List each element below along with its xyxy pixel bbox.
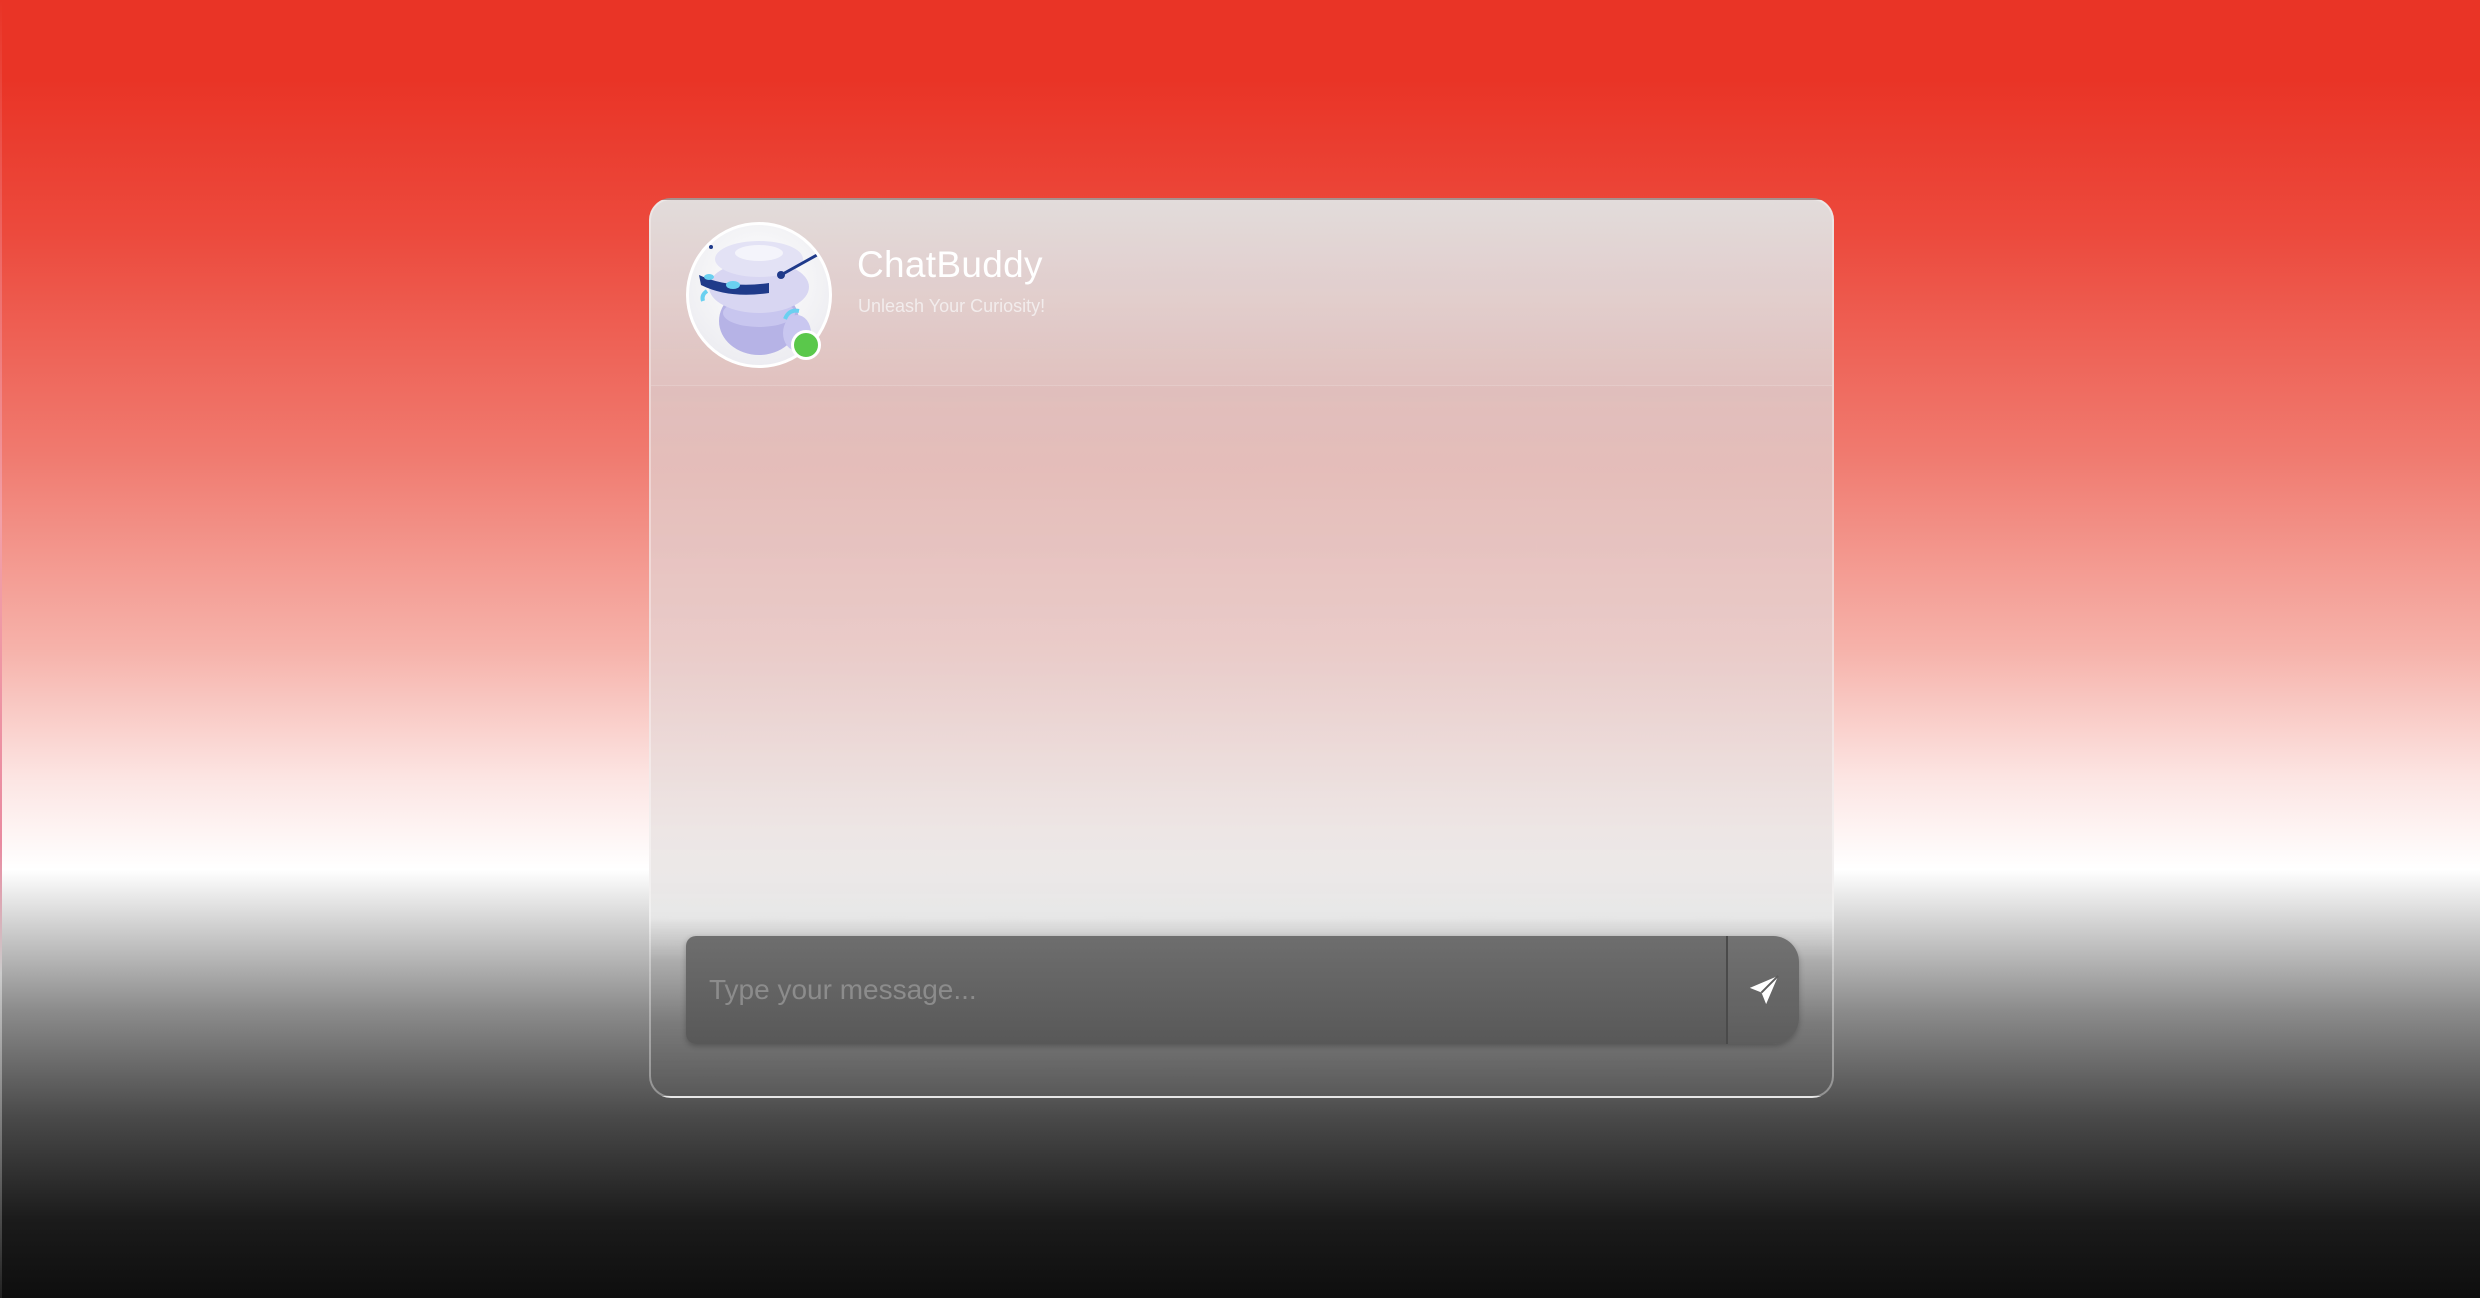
app-title: ChatBuddy (857, 244, 1043, 285)
message-composer (651, 914, 1832, 1096)
chat-window: ChatBuddy Unleash Your Curiosity! (649, 198, 1834, 1098)
send-button[interactable] (1726, 936, 1799, 1044)
app-subtitle: Unleash Your Curiosity! (858, 296, 1046, 316)
online-status-indicator (791, 330, 821, 360)
page-edge (0, 0, 2, 1298)
message-input[interactable] (686, 936, 1726, 1044)
chat-header: ChatBuddy Unleash Your Curiosity! (651, 200, 1832, 386)
send-icon (1749, 975, 1779, 1005)
message-input-wrapper (686, 936, 1799, 1044)
message-list[interactable] (651, 386, 1832, 914)
